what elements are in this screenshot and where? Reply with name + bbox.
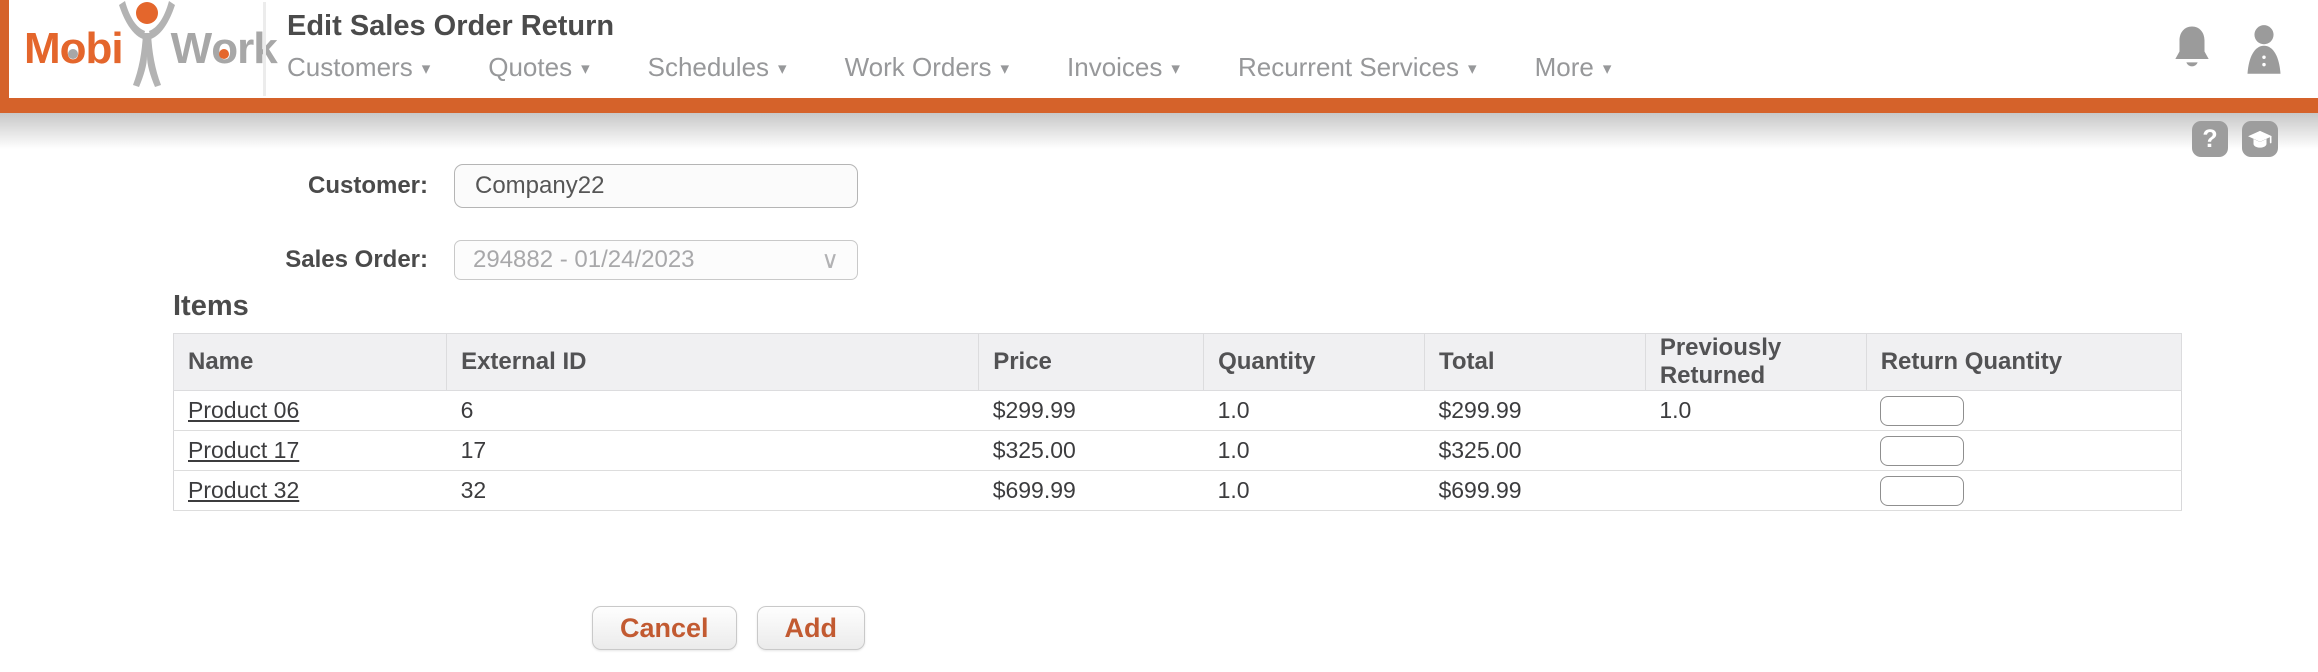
total-cell: $299.99 xyxy=(1424,391,1645,431)
price-cell: $325.00 xyxy=(979,431,1204,471)
customer-label: Customer: xyxy=(0,172,428,200)
customer-input[interactable] xyxy=(454,164,858,208)
nav-customers[interactable]: Customers▾ xyxy=(287,52,430,83)
items-heading: Items xyxy=(173,290,249,323)
product-link[interactable]: Product 06 xyxy=(188,397,299,423)
caret-down-icon: ▾ xyxy=(1171,56,1180,79)
col-header-total: Total xyxy=(1424,334,1645,391)
return-quantity-input[interactable] xyxy=(1880,396,1964,426)
cancel-button[interactable]: Cancel xyxy=(592,606,737,650)
quantity-cell: 1.0 xyxy=(1204,431,1425,471)
price-cell: $699.99 xyxy=(979,471,1204,511)
col-header-previously-returned: Previously Returned xyxy=(1645,334,1866,391)
nav-invoices[interactable]: Invoices▾ xyxy=(1067,52,1180,83)
table-row: Product 06 6 $299.99 1.0 $299.99 1.0 xyxy=(174,391,2182,431)
customer-form-row: Customer: xyxy=(0,164,858,208)
brand-strip xyxy=(0,0,9,98)
add-button[interactable]: Add xyxy=(757,606,865,650)
header-shadow xyxy=(0,113,2318,149)
nav-schedules[interactable]: Schedules▾ xyxy=(648,52,787,83)
col-header-external-id: External ID xyxy=(447,334,979,391)
quantity-cell: 1.0 xyxy=(1204,471,1425,511)
external-id-cell: 6 xyxy=(447,391,979,431)
toolbar-icons: ? xyxy=(2192,121,2278,157)
return-quantity-input[interactable] xyxy=(1880,436,1964,466)
logo-text-mobi: Mobi xyxy=(24,24,123,74)
logo-text-work: Work xyxy=(171,24,277,74)
previously-returned-cell xyxy=(1645,471,1866,511)
edit-sales-order-return-page: Mobi Work Edit Sales Order Return Custom… xyxy=(0,0,2318,672)
product-link[interactable]: Product 17 xyxy=(188,437,299,463)
nav-more[interactable]: More▾ xyxy=(1535,52,1612,83)
caret-down-icon: ▾ xyxy=(1468,56,1477,79)
header-icons xyxy=(2172,22,2286,76)
previously-returned-cell: 1.0 xyxy=(1645,391,1866,431)
caret-down-icon: ▾ xyxy=(778,56,787,79)
col-header-price: Price xyxy=(979,334,1204,391)
previously-returned-cell xyxy=(1645,431,1866,471)
table-header-row: Name External ID Price Quantity Total Pr… xyxy=(174,334,2182,391)
table-row: Product 17 17 $325.00 1.0 $325.00 xyxy=(174,431,2182,471)
table-row: Product 32 32 $699.99 1.0 $699.99 xyxy=(174,471,2182,511)
total-cell: $699.99 xyxy=(1424,471,1645,511)
product-link[interactable]: Product 32 xyxy=(188,477,299,503)
sales-order-label: Sales Order: xyxy=(0,246,428,274)
accent-bar xyxy=(0,98,2318,113)
sales-order-selected-value: 294882 - 01/24/2023 xyxy=(473,246,695,274)
nav-quotes[interactable]: Quotes▾ xyxy=(488,52,589,83)
page-title: Edit Sales Order Return xyxy=(287,10,614,43)
external-id-cell: 17 xyxy=(447,431,979,471)
main-nav: Customers▾ Quotes▾ Schedules▾ Work Order… xyxy=(287,52,1611,83)
nav-work-orders[interactable]: Work Orders▾ xyxy=(845,52,1009,83)
mobiwork-logo[interactable]: Mobi Work xyxy=(24,2,277,96)
price-cell: $299.99 xyxy=(979,391,1204,431)
notifications-bell-icon[interactable] xyxy=(2172,22,2212,76)
sales-order-form-row: Sales Order: 294882 - 01/24/2023 ∨ xyxy=(0,240,858,280)
help-icon[interactable]: ? xyxy=(2192,121,2228,157)
items-table: Name External ID Price Quantity Total Pr… xyxy=(173,333,2182,511)
logo-person-icon xyxy=(119,1,175,87)
user-profile-icon[interactable] xyxy=(2242,22,2286,76)
form-actions: Cancel Add xyxy=(592,606,865,650)
caret-down-icon: ▾ xyxy=(1000,56,1009,79)
total-cell: $325.00 xyxy=(1424,431,1645,471)
col-header-return-quantity: Return Quantity xyxy=(1866,334,2181,391)
sales-order-select[interactable]: 294882 - 01/24/2023 ∨ xyxy=(454,240,858,280)
col-header-name: Name xyxy=(174,334,447,391)
app-header: Mobi Work Edit Sales Order Return Custom… xyxy=(0,0,2318,98)
chevron-down-icon: ∨ xyxy=(821,246,839,275)
quantity-cell: 1.0 xyxy=(1204,391,1425,431)
header-divider xyxy=(263,2,266,96)
nav-recurrent-services[interactable]: Recurrent Services▾ xyxy=(1238,52,1477,83)
caret-down-icon: ▾ xyxy=(1603,56,1612,79)
col-header-quantity: Quantity xyxy=(1204,334,1425,391)
training-graduation-cap-icon[interactable] xyxy=(2242,121,2278,157)
external-id-cell: 32 xyxy=(447,471,979,511)
return-quantity-input[interactable] xyxy=(1880,476,1964,506)
caret-down-icon: ▾ xyxy=(581,56,590,79)
caret-down-icon: ▾ xyxy=(422,56,431,79)
